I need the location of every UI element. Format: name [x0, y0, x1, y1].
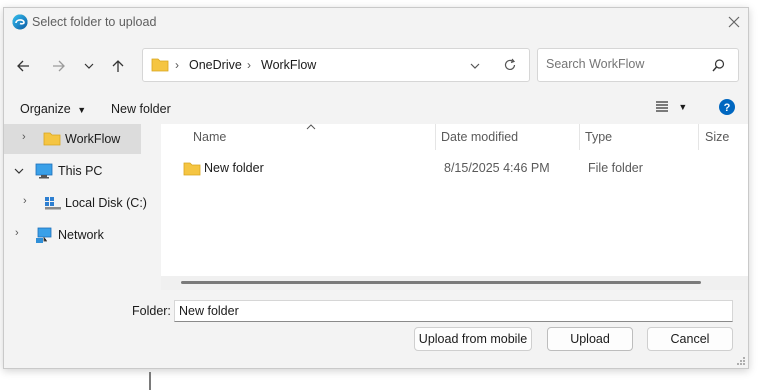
- view-options-button[interactable]: ▼: [655, 99, 687, 116]
- row-name: New folder: [204, 161, 264, 175]
- sort-ascending-icon: [306, 124, 316, 130]
- column-header-size[interactable]: Size: [705, 130, 729, 144]
- breadcrumb-workflow[interactable]: WorkFlow: [261, 58, 316, 72]
- new-folder-button[interactable]: New folder: [111, 102, 171, 116]
- chevron-right-icon[interactable]: ›: [15, 227, 19, 239]
- caret-down-icon: ▼: [678, 102, 688, 112]
- sidebar-item-label: This PC: [58, 164, 103, 178]
- column-divider[interactable]: [435, 124, 436, 150]
- chevron-right-icon[interactable]: ›: [22, 131, 26, 143]
- edge-app-icon: [12, 14, 28, 30]
- window-title: Select folder to upload: [32, 15, 157, 29]
- folder-icon: [183, 162, 201, 176]
- sidebar-item-label: Local Disk (C:): [65, 196, 147, 210]
- list-view-icon: [656, 101, 668, 112]
- sidebar-item-label: WorkFlow: [65, 132, 121, 146]
- caret-down-icon: ▼: [77, 105, 87, 115]
- organize-label: Organize: [20, 102, 71, 116]
- breadcrumb-separator-icon: ›: [175, 58, 179, 72]
- arrow-left-icon: [17, 60, 29, 72]
- table-row[interactable]: New folder 8/15/2025 4:46 PM File folder: [181, 158, 741, 180]
- address-bar[interactable]: › OneDrive › WorkFlow: [142, 48, 530, 82]
- folder-icon: [43, 132, 61, 146]
- navigation-bar: › OneDrive › WorkFlow: [4, 38, 748, 94]
- column-divider[interactable]: [579, 124, 580, 150]
- up-button[interactable]: [107, 55, 129, 77]
- chevron-down-icon[interactable]: [14, 167, 24, 175]
- close-icon[interactable]: [726, 14, 742, 30]
- chevron-down-icon[interactable]: [469, 61, 481, 71]
- column-header-row: Name Date modified Type Size: [161, 124, 748, 150]
- organize-menu[interactable]: Organize ▼: [20, 102, 86, 116]
- nav-pane-scrollbar[interactable]: [149, 372, 151, 390]
- chevron-down-icon: [84, 63, 94, 69]
- svg-text:?: ?: [724, 102, 731, 114]
- row-type: File folder: [588, 161, 643, 175]
- sidebar-item-workflow[interactable]: › WorkFlow: [4, 124, 141, 154]
- horizontal-scrollbar-thumb[interactable]: [181, 281, 701, 284]
- sidebar-item-local-disk[interactable]: › Local Disk (C:): [4, 188, 154, 218]
- breadcrumb-separator-icon: ›: [247, 58, 251, 72]
- folder-icon: [151, 58, 169, 72]
- sidebar-item-label: Network: [58, 228, 104, 242]
- upload-button[interactable]: Upload: [547, 327, 633, 351]
- arrow-right-icon: [53, 60, 65, 72]
- command-toolbar: Organize ▼ New folder ▼ ?: [4, 94, 748, 124]
- dialog-footer: Folder: Upload from mobile Upload Cancel: [4, 290, 748, 368]
- navigation-pane: › WorkFlow This PC › Local Disk (C:) › N…: [4, 124, 158, 390]
- recent-locations-button[interactable]: [78, 55, 100, 77]
- network-icon: [36, 227, 52, 243]
- forward-button[interactable]: [48, 55, 70, 77]
- file-list: Name Date modified Type Size New folder …: [161, 124, 748, 290]
- search-input[interactable]: [546, 57, 706, 71]
- column-header-name[interactable]: Name: [193, 130, 226, 144]
- help-icon[interactable]: ?: [719, 99, 735, 115]
- sidebar-item-network[interactable]: › Network: [4, 220, 154, 250]
- title-bar: Select folder to upload: [4, 8, 748, 38]
- drive-icon: [45, 197, 61, 210]
- chevron-right-icon[interactable]: ›: [23, 195, 27, 207]
- sidebar-item-this-pc[interactable]: This PC: [4, 156, 154, 186]
- column-divider[interactable]: [698, 124, 699, 150]
- back-button[interactable]: [12, 55, 34, 77]
- cancel-button[interactable]: Cancel: [647, 327, 733, 351]
- file-dialog: Select folder to upload › OneDrive › Wor…: [3, 7, 749, 390]
- folder-label: Folder:: [132, 304, 171, 318]
- refresh-icon[interactable]: [503, 58, 517, 72]
- arrow-up-icon: [112, 60, 124, 72]
- breadcrumb-onedrive[interactable]: OneDrive: [189, 58, 242, 72]
- computer-icon: [35, 163, 53, 179]
- row-date-modified: 8/15/2025 4:46 PM: [444, 161, 550, 175]
- column-header-date[interactable]: Date modified: [441, 130, 518, 144]
- horizontal-scrollbar-track[interactable]: [161, 276, 748, 290]
- upload-from-mobile-button[interactable]: Upload from mobile: [414, 327, 532, 351]
- search-icon[interactable]: [712, 59, 725, 72]
- folder-name-field[interactable]: [174, 300, 733, 322]
- search-box[interactable]: [537, 48, 739, 82]
- resize-grip-icon[interactable]: [736, 356, 746, 366]
- column-header-type[interactable]: Type: [585, 130, 612, 144]
